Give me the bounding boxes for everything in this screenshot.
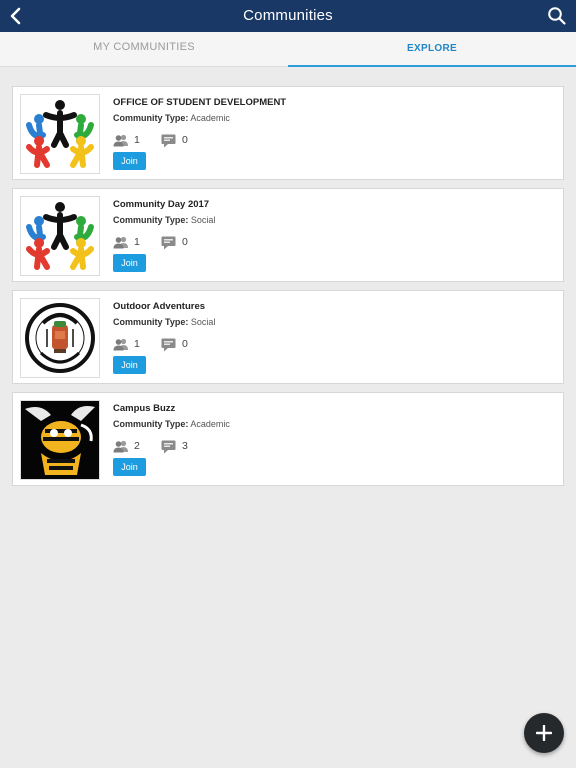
- community-type-label: Community Type:: [113, 113, 189, 123]
- community-type: Community Type: Social: [113, 215, 215, 225]
- community-card[interactable]: Outdoor Adventures Community Type: Socia…: [12, 290, 564, 384]
- community-title[interactable]: Community Day 2017: [113, 199, 209, 210]
- community-card[interactable]: Community Day 2017 Community Type: Socia…: [12, 188, 564, 282]
- comments-icon: [161, 134, 176, 148]
- add-community-button[interactable]: [524, 713, 564, 753]
- members-icon: [113, 338, 128, 351]
- community-list: OFFICE OF STUDENT DEVELOPMENT Community …: [12, 86, 564, 494]
- people-circle-logo-icon: [26, 100, 94, 168]
- community-title[interactable]: OFFICE OF STUDENT DEVELOPMENT: [113, 97, 286, 108]
- active-tab-indicator: [288, 65, 576, 67]
- members-icon: [113, 134, 128, 147]
- join-button[interactable]: Join: [113, 458, 146, 476]
- community-type-label: Community Type:: [113, 215, 189, 225]
- community-type-label: Community Type:: [113, 317, 189, 327]
- community-logo: [20, 94, 100, 174]
- community-title[interactable]: Campus Buzz: [113, 403, 175, 414]
- community-type-value: Academic: [190, 113, 230, 123]
- community-card[interactable]: Campus Buzz Community Type: Academic 2 3…: [12, 392, 564, 486]
- members-icon: [113, 440, 128, 453]
- community-type-value: Social: [190, 317, 216, 327]
- search-icon: [548, 7, 566, 25]
- join-button[interactable]: Join: [113, 152, 146, 170]
- community-type: Community Type: Academic: [113, 113, 230, 123]
- navigation-bar: Communities: [0, 0, 576, 32]
- community-title[interactable]: Outdoor Adventures: [113, 301, 205, 312]
- search-button[interactable]: [546, 5, 568, 27]
- comments-icon: [161, 440, 176, 454]
- comments-icon: [161, 338, 176, 352]
- community-logo: [20, 400, 100, 480]
- members-icon: [113, 236, 128, 249]
- community-logo: [20, 298, 100, 378]
- community-type: Community Type: Social: [113, 317, 215, 327]
- tab-explore[interactable]: EXPLORE: [288, 32, 576, 66]
- adventure-club-logo-icon: [25, 303, 95, 373]
- join-button[interactable]: Join: [113, 254, 146, 272]
- tab-my-communities[interactable]: MY COMMUNITIES: [0, 32, 288, 66]
- yellow-jacket-logo-icon: [21, 401, 99, 479]
- community-card[interactable]: OFFICE OF STUDENT DEVELOPMENT Community …: [12, 86, 564, 180]
- community-logo: [20, 196, 100, 276]
- plus-icon: [536, 725, 552, 741]
- community-type: Community Type: Academic: [113, 419, 230, 429]
- community-type-value: Academic: [190, 419, 230, 429]
- community-type-value: Social: [190, 215, 216, 225]
- community-type-label: Community Type:: [113, 419, 189, 429]
- comments-icon: [161, 236, 176, 250]
- join-button[interactable]: Join: [113, 356, 146, 374]
- page-title: Communities: [243, 7, 333, 24]
- people-circle-logo-icon: [26, 202, 94, 270]
- tab-bar: MY COMMUNITIES EXPLORE: [0, 32, 576, 67]
